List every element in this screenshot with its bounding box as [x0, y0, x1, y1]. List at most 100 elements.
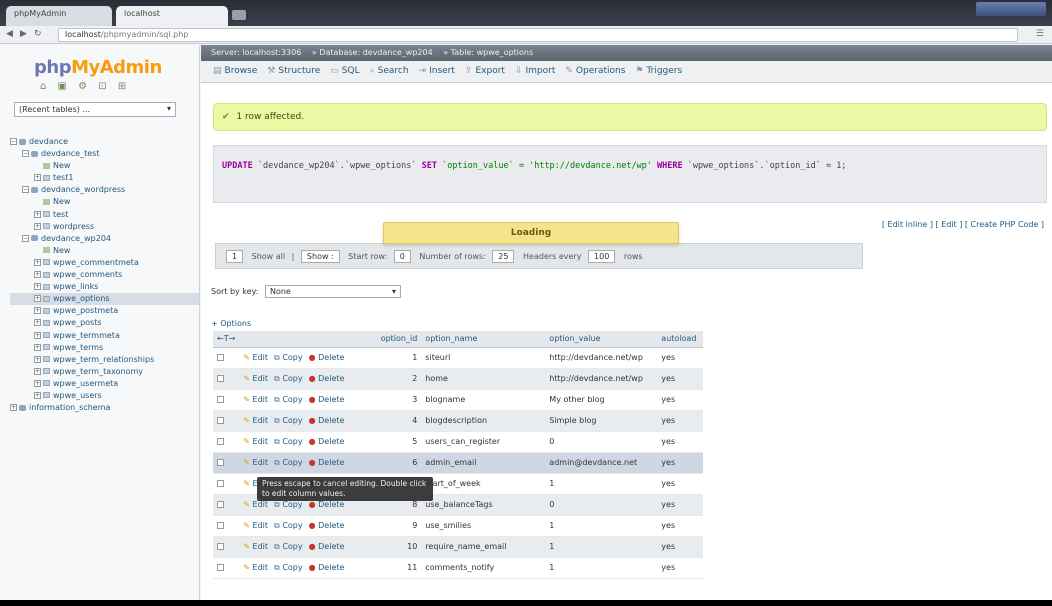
tree-item[interactable]: + information_schema [10, 402, 199, 414]
cell-option-value[interactable]: 1 [545, 536, 658, 558]
collapse-icon[interactable]: − [10, 138, 17, 145]
delete-link[interactable]: ● Delete [309, 437, 345, 446]
sort-select[interactable]: None ▾ [264, 285, 401, 298]
expand-icon[interactable]: + [10, 404, 17, 412]
expand-icon[interactable]: + [34, 343, 41, 351]
copy-link[interactable]: ⧉ Copy [274, 416, 303, 425]
copy-link[interactable]: ⧉ Copy [274, 353, 303, 362]
tree-item[interactable]: New [10, 196, 199, 208]
cell-autoload[interactable]: yes [657, 515, 704, 537]
cell-option-id[interactable]: 10 [359, 536, 422, 558]
expand-icon[interactable]: + [34, 319, 41, 327]
tree-item[interactable]: − devdance_test [10, 148, 199, 160]
cell-autoload[interactable]: yes [657, 536, 704, 558]
edit-link[interactable]: ✎ Edit [243, 395, 268, 404]
cell-option-value[interactable]: http://devdance.net/wp [545, 368, 658, 390]
copy-link[interactable]: ⧉ Copy [274, 374, 303, 383]
browser-menu-icon[interactable]: ☰ [1036, 29, 1044, 39]
tab-insert[interactable]: ⇥ Insert [419, 66, 455, 76]
cell-autoload[interactable]: yes [657, 347, 704, 369]
tree-item[interactable]: − devdance_wp204 [10, 233, 199, 245]
row-checkbox[interactable] [217, 438, 224, 445]
tree-item[interactable]: New [10, 160, 199, 172]
tree-item[interactable]: + test1 [10, 172, 199, 184]
cell-option-id[interactable]: 9 [359, 515, 422, 537]
back-icon[interactable]: ◀ [6, 29, 13, 39]
forward-icon[interactable]: ▶ [20, 29, 27, 39]
cell-option-id[interactable]: 3 [359, 389, 422, 411]
table-row[interactable]: ✎ Edit ⧉ Copy ● Delete 3 blogname My other bl… [213, 389, 704, 411]
table-row[interactable]: ✎ Edit ⧉ Copy ● Delete 10 require_name_email… [213, 536, 704, 558]
table-row[interactable]: ✎ Edit ⧉ Copy ● Delete 11 comments_notify 1 ye… [213, 557, 704, 579]
tree-item[interactable]: + wpwe_termmeta [10, 330, 199, 342]
cell-option-name[interactable]: comments_notify [421, 557, 546, 579]
tree-item[interactable]: − devdance [10, 136, 199, 148]
cell-option-name[interactable]: siteurl [421, 347, 546, 369]
browser-tab-active[interactable]: localhost [116, 6, 228, 26]
delete-link[interactable]: ● Delete [309, 374, 345, 383]
cell-option-value[interactable]: 0 [545, 431, 658, 453]
cell-autoload[interactable]: yes [657, 557, 704, 579]
expand-icon[interactable]: + [34, 295, 41, 303]
breadcrumb-server[interactable]: Server: localhost:3306 [211, 48, 301, 57]
copy-link[interactable]: ⧉ Copy [274, 563, 303, 572]
tree-item[interactable]: + wpwe_options [10, 293, 199, 306]
expand-icon[interactable]: + [34, 283, 41, 291]
table-row[interactable]: ✎ Edit ⧉ Copy ● Delete 9 use_smilies 1 yes [213, 515, 704, 537]
tree-item[interactable]: + wpwe_usermeta [10, 378, 199, 390]
cell-option-name[interactable]: blogname [421, 389, 546, 411]
edit-link[interactable]: ✎ Edit [243, 416, 268, 425]
table-row[interactable]: ✎ Edit ⧉ Copy ● Delete 1 siteurl http://devda… [213, 347, 704, 369]
expand-icon[interactable]: + [34, 391, 41, 399]
cell-autoload[interactable]: yes [657, 494, 704, 516]
tree-item[interactable]: + wpwe_postmeta [10, 305, 199, 317]
row-checkbox[interactable] [217, 543, 224, 550]
tree-item[interactable]: + wpwe_terms [10, 342, 199, 354]
cell-option-name[interactable]: blogdescription [421, 410, 546, 432]
sort-arrow-icon[interactable]: ←T→ [217, 334, 235, 343]
tree-item[interactable]: − devdance_wordpress [10, 184, 199, 196]
cell-option-name[interactable]: use_smilies [421, 515, 546, 537]
edit-link[interactable]: ✎ Edit [243, 542, 268, 551]
tab-import[interactable]: ⇩ Import [515, 66, 555, 76]
tab-export[interactable]: ⇪ Export [465, 66, 505, 76]
tab-operations[interactable]: ✎ Operations [565, 66, 625, 76]
edit-link[interactable]: ✎ Edit [243, 458, 268, 467]
num-rows-input[interactable]: 25 [492, 250, 515, 263]
delete-link[interactable]: ● Delete [309, 395, 345, 404]
copy-link[interactable]: ⧉ Copy [274, 458, 303, 467]
tab-structure[interactable]: ⚒ Structure [267, 66, 320, 76]
row-checkbox[interactable] [217, 417, 224, 424]
column-header-autoload[interactable]: autoload [657, 331, 704, 348]
start-row-input[interactable]: 0 [393, 250, 411, 263]
expand-icon[interactable]: + [34, 331, 41, 339]
delete-link[interactable]: ● Delete [309, 458, 345, 467]
tree-item[interactable]: + wordpress [10, 221, 199, 233]
quick-nav-icons[interactable]: ⌂ ▣ ⚙ ⊡ ⊞ [40, 81, 130, 92]
recent-tables-select[interactable]: (Recent tables) ... ▾ [14, 102, 176, 117]
cell-option-id[interactable]: 11 [359, 557, 422, 579]
expand-icon[interactable]: + [34, 379, 41, 387]
browser-tab[interactable]: phpMyAdmin [6, 6, 112, 26]
cell-option-id[interactable]: 6 [359, 452, 422, 474]
cell-option-name[interactable]: use_balanceTags [421, 494, 546, 516]
cell-autoload[interactable]: yes [657, 368, 704, 390]
edit-link[interactable]: ✎ Edit [243, 563, 268, 572]
new-tab-button[interactable] [232, 10, 246, 20]
url-field[interactable]: localhost/phpmyadmin/sql.php [58, 28, 1018, 42]
edit-link[interactable]: ✎ Edit [243, 521, 268, 530]
cell-autoload[interactable]: yes [657, 431, 704, 453]
headers-every-input[interactable]: 100 [588, 250, 616, 263]
cell-option-name[interactable]: start_of_week [421, 473, 546, 495]
tree-item[interactable]: + wpwe_users [10, 390, 199, 402]
tree-item[interactable]: + test [10, 209, 199, 221]
collapse-icon[interactable]: − [22, 234, 29, 242]
tree-item[interactable]: + wpwe_term_relationships [10, 354, 199, 366]
page-select[interactable]: 1 [226, 250, 244, 263]
breadcrumb-database[interactable]: » Database: devdance_wp204 [312, 48, 433, 57]
column-header-option-name[interactable]: option_name [421, 331, 546, 348]
delete-link[interactable]: ● Delete [309, 353, 345, 362]
column-header-option-value[interactable]: option_value [545, 331, 658, 348]
tab-search[interactable]: ⌕ Search [370, 66, 409, 76]
tree-item[interactable]: New [10, 245, 199, 257]
